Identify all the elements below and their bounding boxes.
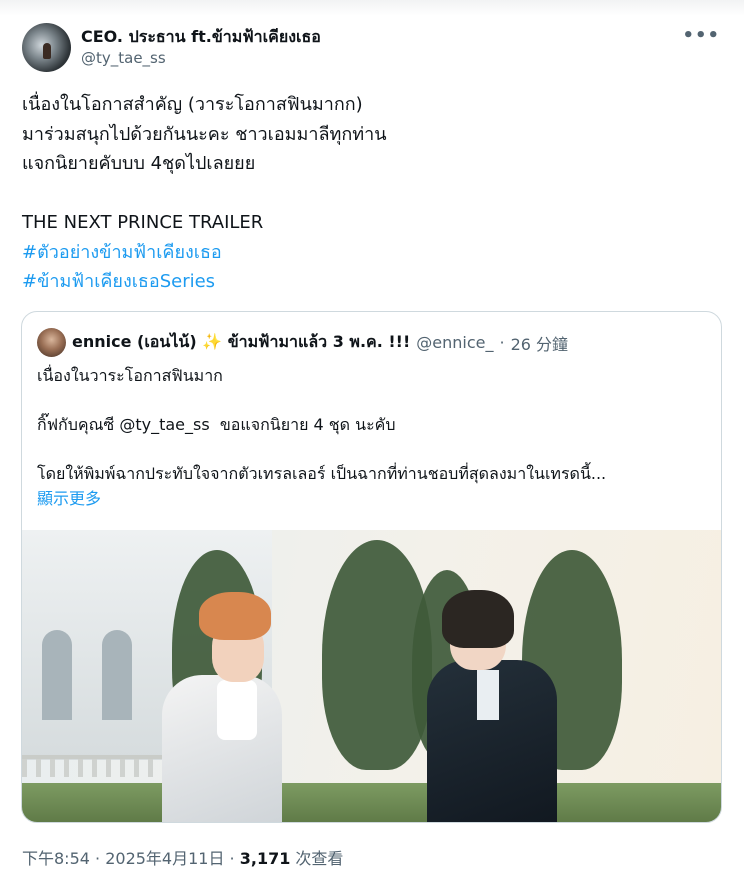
quoted-text: เนื่องในวาระโอกาสฟินมาก กิ๊ฟกับคุณซี @ty… xyxy=(37,364,606,511)
quoted-tweet[interactable]: ennice (เอนไน้) ✨ ข้ามฟ้ามาแล้ว 3 พ.ค. !… xyxy=(21,311,722,823)
quoted-line: เนื่องในวาระโอกาสฟินมาก xyxy=(37,366,223,385)
tweet-date[interactable]: 2025年4月11日 xyxy=(105,849,224,868)
tweet-line: THE NEXT PRINCE TRAILER xyxy=(22,212,264,233)
author-avatar[interactable] xyxy=(22,22,71,72)
quoted-tweet-header: ennice (เอนไน้) ✨ ข้ามฟ้ามาแล้ว 3 พ.ค. !… xyxy=(37,328,711,357)
image-window xyxy=(42,630,72,720)
image-person-right-hair xyxy=(442,590,514,648)
image-hedge xyxy=(22,783,721,822)
more-horizontal-icon[interactable]: ••• xyxy=(682,25,720,46)
separator-dot: · xyxy=(224,849,240,868)
quoted-line: โดยให้พิมพ์ฉากประทับใจจากตัวเทรลเลอร์ เป… xyxy=(37,464,607,483)
image-person-left-collar xyxy=(217,680,257,740)
quoted-media-image[interactable] xyxy=(22,530,721,822)
avatar-figure xyxy=(43,42,51,59)
image-person-right-shirt xyxy=(477,670,499,720)
separator-dot: · xyxy=(499,333,505,352)
quoted-author-handle[interactable]: @ennice_ xyxy=(416,333,493,352)
quoted-author-avatar[interactable] xyxy=(37,328,66,357)
tweet-line: เนื่องในโอกาสสำคัญ (วาระโอกาสฟินมากก) xyxy=(22,94,363,115)
image-person-left-hair xyxy=(199,592,271,640)
hashtag-link[interactable]: #ข้ามฟ้าเคียงเธอSeries xyxy=(22,267,387,297)
tweet-meta: 下午8:54 · 2025年4月11日 · 3,171 次查看 xyxy=(22,845,343,869)
tweet-container: CEO. ประธาน ft.ข้ามฟ้าเคียงเธอ @ty_tae_s… xyxy=(0,0,744,888)
views-count: 3,171 xyxy=(239,849,291,868)
top-fade xyxy=(0,0,744,16)
quoted-time[interactable]: 26 分鐘 xyxy=(511,331,568,355)
tweet-text: เนื่องในโอกาสสำคัญ (วาระโอกาสฟินมากก) มา… xyxy=(22,90,387,297)
quoted-line: กิ๊ฟกับคุณซี @ty_tae_ss ขอแจกนิยาย 4 ชุด… xyxy=(37,415,396,434)
quoted-author-name[interactable]: ennice (เอนไน้) ✨ ข้ามฟ้ามาแล้ว 3 พ.ค. !… xyxy=(72,330,410,355)
views-label: 次查看 xyxy=(290,849,344,868)
tweet-header: CEO. ประธาน ft.ข้ามฟ้าเคียงเธอ @ty_tae_s… xyxy=(22,21,728,73)
author-handle[interactable]: @ty_tae_ss xyxy=(81,48,321,68)
author-names: CEO. ประธาน ft.ข้ามฟ้าเคียงเธอ @ty_tae_s… xyxy=(81,26,321,68)
author-display-name[interactable]: CEO. ประธาน ft.ข้ามฟ้าเคียงเธอ xyxy=(81,26,321,48)
tweet-line: มาร่วมสนุกไปด้วยกันนะคะ ชาวเอมมาลีทุกท่า… xyxy=(22,123,387,145)
separator-dot: · xyxy=(89,849,106,868)
hashtag-link[interactable]: #ตัวอย่างข้ามฟ้าเคียงเธอ xyxy=(22,238,387,268)
tweet-time[interactable]: 下午8:54 xyxy=(22,849,90,868)
tweet-line: แจกนิยายคับบบ 4ชุดไปเลยยย xyxy=(22,153,256,174)
show-more-link[interactable]: 顯示更多 xyxy=(37,487,606,512)
image-window xyxy=(102,630,132,720)
